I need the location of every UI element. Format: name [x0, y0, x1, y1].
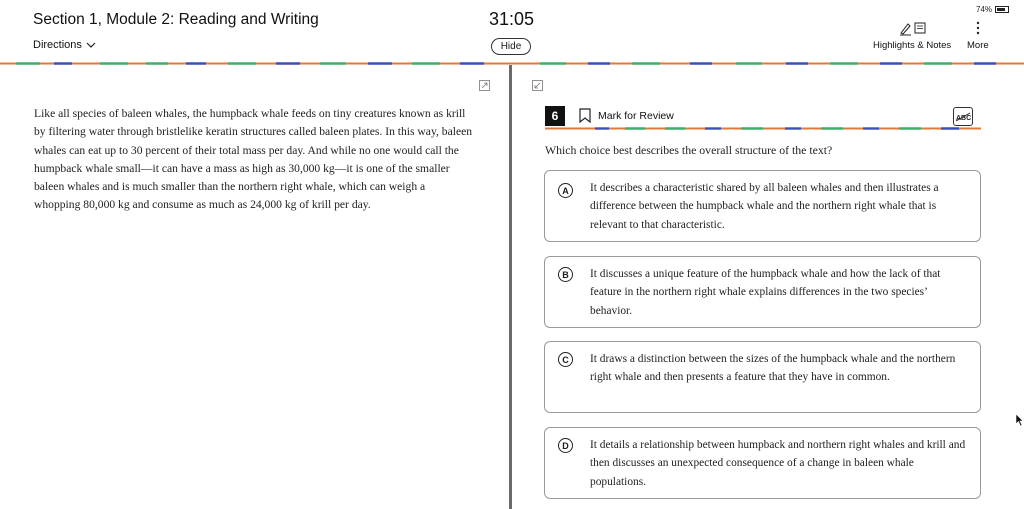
- answer-choice-d[interactable]: D It details a relationship between hump…: [544, 427, 981, 499]
- answer-choice-c[interactable]: C It draws a distinction between the siz…: [544, 341, 981, 413]
- abc-eliminator-icon: ABC: [955, 112, 971, 122]
- mouse-cursor-icon: [1015, 413, 1024, 427]
- question-number: 6: [545, 106, 565, 126]
- directions-button[interactable]: Directions: [33, 39, 96, 51]
- section-title: Section 1, Module 2: Reading and Writing: [33, 11, 319, 28]
- header-divider: [0, 62, 1024, 65]
- abc-eliminator-button[interactable]: ABC: [953, 107, 973, 126]
- answer-choice-b[interactable]: B It discusses a unique feature of the h…: [544, 256, 981, 328]
- battery-status: 74%: [976, 5, 1010, 14]
- pane-divider[interactable]: [509, 65, 512, 509]
- choice-letter: D: [558, 438, 573, 453]
- directions-label: Directions: [33, 39, 82, 51]
- passage-text: Like all species of baleen whales, the h…: [34, 107, 473, 212]
- timer: 31:05: [489, 9, 535, 29]
- choice-text: It draws a distinction between the sizes…: [590, 353, 956, 384]
- highlights-notes-label[interactable]: Highlights & Notes: [873, 40, 951, 51]
- choice-letter: A: [558, 183, 573, 198]
- battery-icon: [995, 6, 1010, 13]
- choice-letter: B: [558, 267, 573, 282]
- mark-for-review-label[interactable]: Mark for Review: [598, 110, 674, 122]
- battery-percent: 74%: [976, 5, 993, 14]
- expand-icon[interactable]: [532, 80, 543, 91]
- more-vertical-icon[interactable]: [973, 20, 983, 36]
- more-label[interactable]: More: [967, 40, 989, 51]
- top-bar: Section 1, Module 2: Reading and Writing…: [0, 0, 1024, 62]
- choice-letter: C: [558, 352, 573, 367]
- svg-text:ABC: ABC: [956, 115, 971, 122]
- question-prompt: Which choice best describes the overall …: [545, 143, 833, 157]
- choice-text: It describes a characteristic shared by …: [590, 182, 939, 231]
- question-divider: [545, 127, 981, 130]
- chevron-down-icon: [86, 42, 96, 48]
- hide-timer-button[interactable]: Hide: [491, 38, 531, 55]
- choice-text: It discusses a unique feature of the hum…: [590, 268, 941, 317]
- choice-text: It details a relationship between humpba…: [590, 439, 966, 488]
- expand-icon[interactable]: [479, 80, 490, 91]
- pen-notes-icon[interactable]: [898, 20, 928, 36]
- answer-choice-a[interactable]: A It describes a characteristic shared b…: [544, 170, 981, 242]
- bookmark-icon[interactable]: [579, 108, 591, 123]
